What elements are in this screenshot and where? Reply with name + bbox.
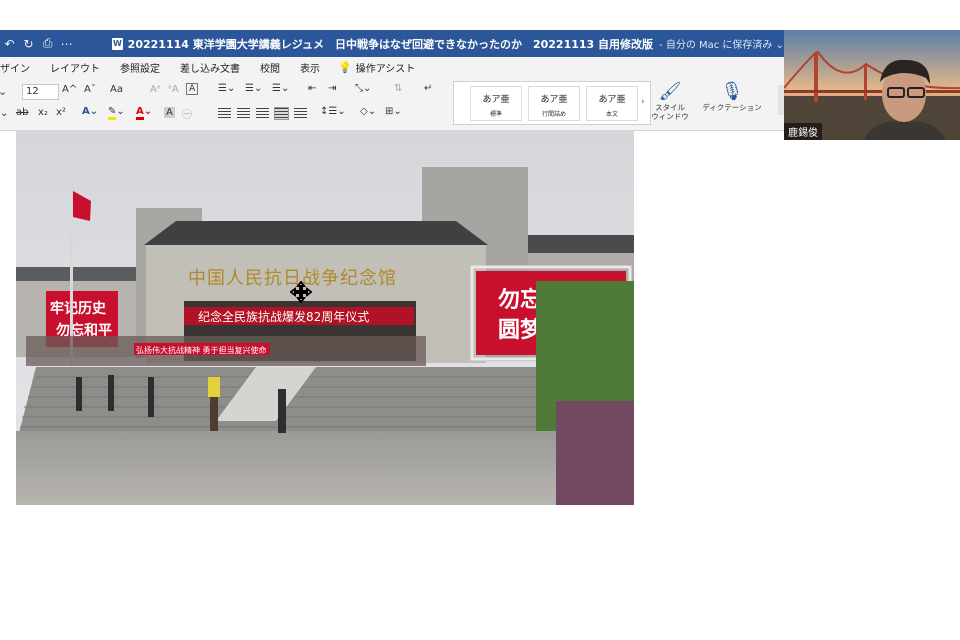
microphone-icon: 🎙 (720, 81, 744, 102)
distribute-icon[interactable] (294, 108, 307, 119)
style-sample: あア亜 (540, 95, 568, 105)
word-title-bar: ↶ ↻ ⎙ ⋯ W 20221114 東洋学園大学講義レジュメ 日中戦争はなぜ回… (0, 30, 784, 57)
tab-review[interactable]: 校閲 (260, 60, 280, 75)
align-group (218, 107, 313, 120)
strikethrough-icon[interactable]: ab (16, 107, 28, 118)
style-body-text[interactable]: あア亜 本文 (586, 86, 638, 121)
participant-name: 鹿錫俊 (784, 123, 822, 140)
crowd-banner-text: 弘扬伟大抗战精神 勇于担当复兴使命 (136, 345, 267, 355)
style-no-spacing[interactable]: あア亜 行間詰め (528, 86, 580, 121)
dictation-button[interactable]: 🎙 ディクテーション (700, 81, 764, 112)
text-direction-icon[interactable]: ⤡⌄ (355, 83, 371, 94)
font-size-field[interactable]: 12 (22, 84, 59, 100)
entrance-banner-text: 纪念全民族抗战爆发82周年仪式 (198, 309, 369, 324)
style-normal[interactable]: あア亜 標準 (470, 86, 522, 121)
left-billboard-line-1: 牢记历史 (50, 300, 107, 317)
tab-view[interactable]: 表示 (300, 60, 320, 75)
museum-photo-drawing: 牢记历史 勿忘和平 勿忘国耻 圆梦中华 中国人民抗日战争纪念馆 纪念全民族抗战爆… (16, 131, 634, 505)
style-name: 本文 (605, 111, 618, 118)
styles-gallery: あア亜 標準 あア亜 行間詰め あア亜 本文 (453, 81, 651, 125)
grow-font-button[interactable]: A^ (62, 84, 77, 95)
style-name: 標準 (489, 111, 502, 118)
enclosed-char-icon[interactable]: ㊀ (182, 106, 192, 121)
styles-pane-button[interactable]: 🖌 スタイル ウィンドウ (650, 81, 690, 121)
style-sample: あア亜 (482, 95, 510, 105)
style-sample: あア亜 (598, 95, 626, 105)
tab-layout[interactable]: レイアウト (50, 60, 100, 75)
font-color-icon[interactable]: A⌄ (136, 106, 152, 120)
tab-design[interactable]: ザイン (0, 60, 30, 75)
superscript-icon[interactable]: x² (56, 107, 66, 118)
style-pane-label-1: スタイル (655, 103, 685, 112)
char-shading-icon[interactable]: A (164, 107, 175, 118)
tell-me-assist[interactable]: 操作アシスト (356, 60, 416, 75)
style-pane-label-2: ウィンドウ (651, 112, 689, 121)
bullets-icon[interactable]: ☰⌄ (218, 83, 235, 94)
borders-icon[interactable]: ⊞⌄ (385, 106, 402, 117)
save-state[interactable]: - 自分の Mac に保存済み ⌄ (659, 36, 784, 51)
top-margin (0, 0, 960, 30)
move-cursor-icon (290, 281, 312, 303)
align-right-icon[interactable] (256, 108, 269, 119)
numbering-icon[interactable]: ☰⌄ (245, 83, 262, 94)
redo-icon[interactable]: ↻ (19, 37, 38, 51)
align-left-icon[interactable] (218, 108, 231, 119)
video-participant-tile[interactable]: 鹿錫俊 (784, 30, 960, 140)
multilevel-list-icon[interactable]: ☰⌄ (272, 83, 289, 94)
clear-format-icon[interactable]: Aᵃ (150, 84, 161, 95)
sort-icon[interactable]: ⇅ (394, 83, 402, 94)
print-icon[interactable]: ⎙ (38, 36, 57, 51)
museum-photo[interactable]: 牢记历史 勿忘和平 勿忘国耻 圆梦中华 中国人民抗日战争纪念馆 纪念全民族抗战爆… (16, 131, 634, 505)
change-case-button[interactable]: Aa (110, 84, 123, 95)
style-pane-icon: 🖌 (658, 81, 682, 102)
line-spacing-icon[interactable]: ↕☰⌄ (320, 106, 346, 117)
chevron-right-icon[interactable]: › (641, 97, 645, 107)
tab-mailings[interactable]: 差し込み文書 (180, 60, 240, 75)
more-icon[interactable]: ⋯ (57, 37, 76, 51)
highlighter-icon[interactable]: ✎⌄ (108, 106, 125, 120)
text-effects-icon[interactable]: A⌄ (82, 106, 98, 117)
increase-indent-icon[interactable]: ⇥ (328, 83, 336, 94)
lightbulb-icon: 💡 (338, 60, 352, 74)
subscript-icon[interactable]: x₂ (38, 107, 48, 118)
font-name-dropdown-arrow[interactable]: ⌄ (0, 85, 7, 98)
dictation-label: ディクテーション (702, 103, 762, 112)
highlight-dropdown-arrow[interactable]: ⌄ (0, 108, 8, 119)
justify-icon[interactable] (274, 107, 289, 120)
phonetic-guide-icon[interactable]: ᵃA (168, 84, 179, 95)
style-name: 行間詰め (541, 111, 566, 118)
document-title: 20221114 東洋学園大学講義レジュメ 日中戦争はなぜ回避できなかったのか … (127, 37, 654, 51)
undo-icon[interactable]: ↶ (0, 37, 19, 51)
enclose-char-icon[interactable]: A (186, 83, 199, 95)
ribbon-tabs: ザイン レイアウト 参照設定 差し込み文書 校閲 表示 💡 操作アシスト (0, 57, 784, 77)
ribbon-home: ⌄ 12 A^ Aˇ Aa Aᵃ ᵃA A ☰⌄ ☰⌄ ☰⌄ ⇤ ⇥ ⤡⌄ ⇅ … (0, 77, 784, 131)
shading-icon[interactable]: ◇⌄ (360, 106, 376, 117)
align-center-icon[interactable] (237, 108, 250, 119)
decrease-indent-icon[interactable]: ⇤ (308, 83, 316, 94)
word-doc-icon: W (112, 37, 123, 50)
shrink-font-button[interactable]: Aˇ (84, 84, 96, 95)
tab-references[interactable]: 参照設定 (120, 60, 160, 75)
show-marks-icon[interactable]: ↵ (424, 83, 432, 94)
